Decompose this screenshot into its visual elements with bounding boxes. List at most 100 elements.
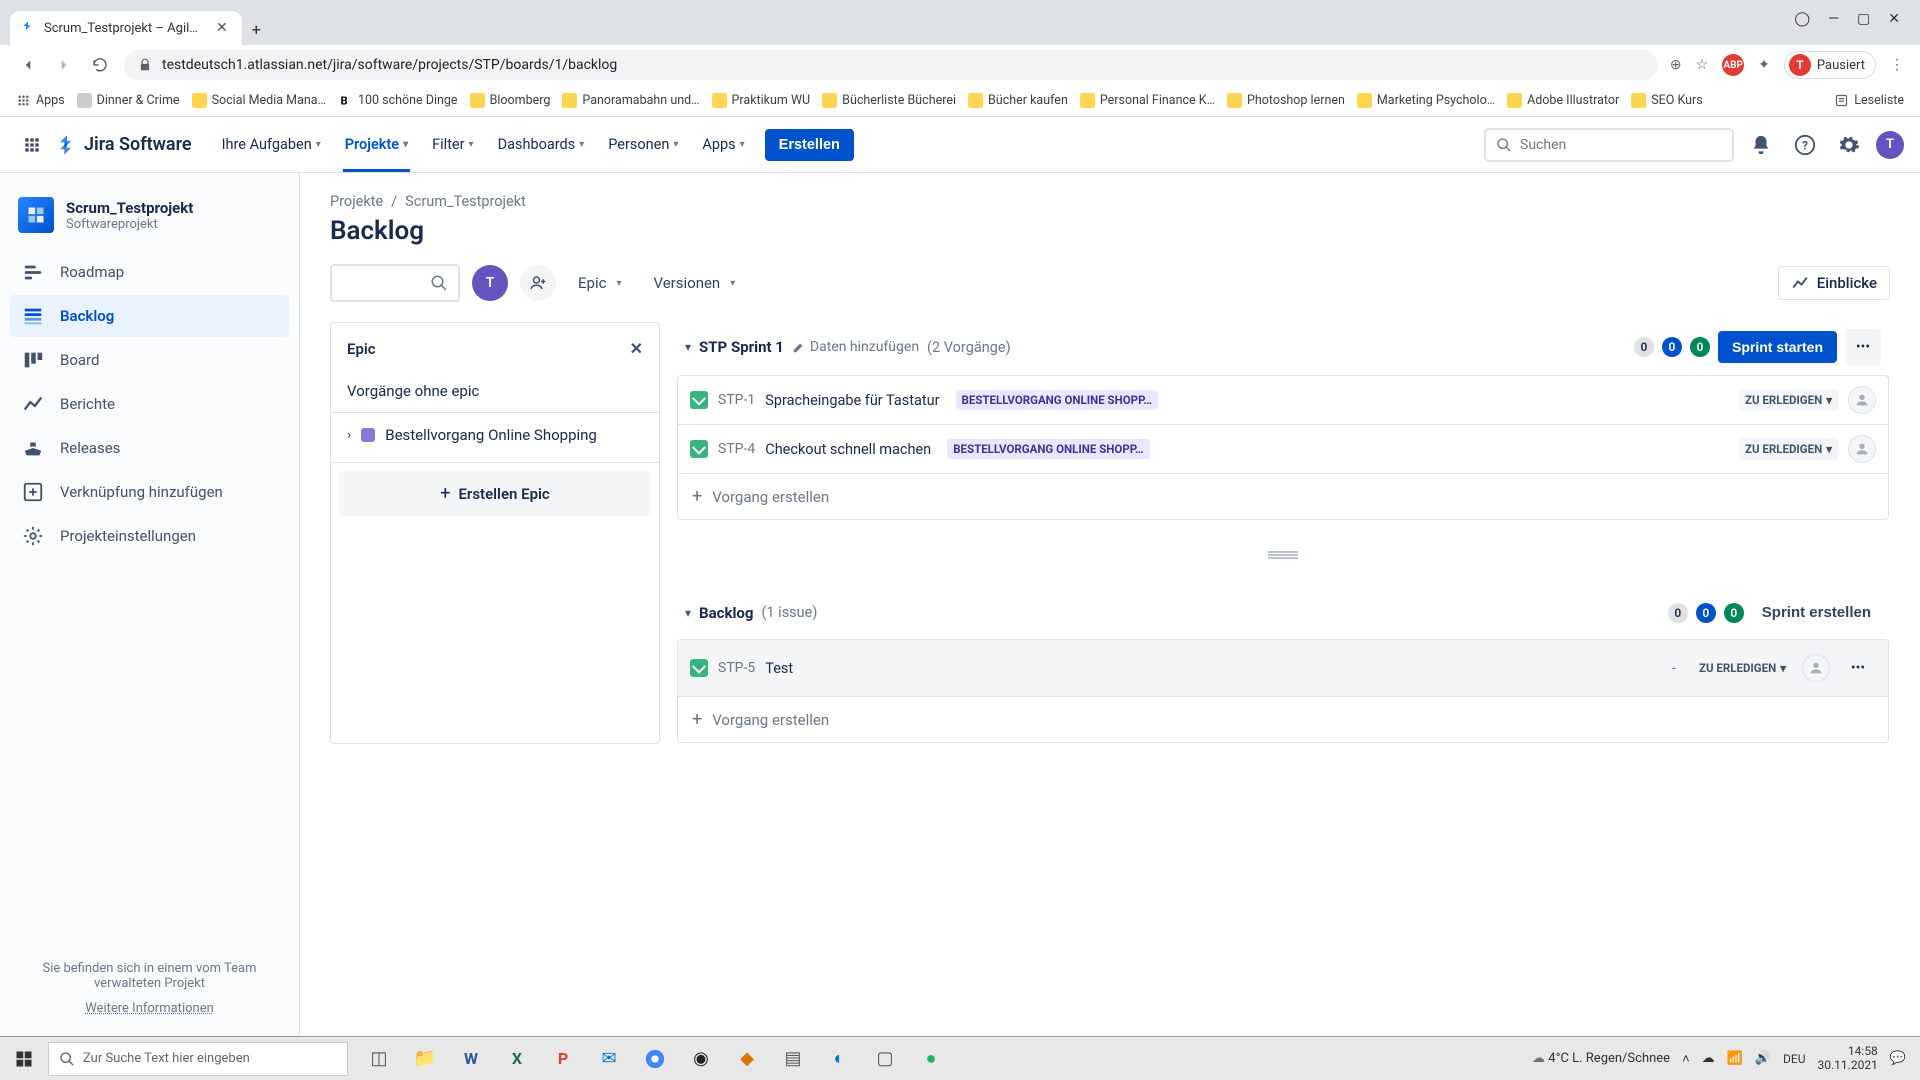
bookmark-item[interactable]: Adobe Illustrator xyxy=(1507,93,1619,108)
language-indicator[interactable]: DEU xyxy=(1783,1052,1805,1066)
maximize-icon[interactable]: ▢ xyxy=(1857,12,1870,26)
user-avatar[interactable]: T xyxy=(1876,131,1904,159)
bookmark-item[interactable]: Bücher kaufen xyxy=(968,93,1068,108)
global-search[interactable]: Suchen xyxy=(1484,128,1734,162)
onedrive-icon[interactable]: ☁ xyxy=(1702,1051,1715,1066)
bookmark-item[interactable]: Dinner & Crime xyxy=(77,93,180,108)
reload-icon[interactable] xyxy=(88,56,112,74)
bookmark-item[interactable]: Personal Finance K… xyxy=(1080,93,1215,108)
jira-logo[interactable]: Jira Software xyxy=(56,134,192,156)
weather-widget[interactable]: ☁ 4°C L. Regen/Schnee xyxy=(1532,1051,1670,1066)
project-header[interactable]: Scrum_Testprojekt Softwareprojekt xyxy=(10,197,289,251)
new-tab-button[interactable]: + xyxy=(242,14,271,45)
taskbar-search[interactable]: Zur Suche Text hier eingeben xyxy=(48,1042,348,1076)
status-dropdown[interactable]: ZU ERLEDIGEN▾ xyxy=(1693,657,1792,679)
edge-icon[interactable]: ◐ xyxy=(816,1037,862,1080)
issue-more-icon[interactable]: ••• xyxy=(1840,650,1876,686)
sidebar-item-roadmap[interactable]: Roadmap xyxy=(10,251,289,293)
versions-filter[interactable]: Versionen▾ xyxy=(643,268,745,298)
excel-icon[interactable]: X xyxy=(494,1037,540,1080)
profile-chip[interactable]: T Pausiert xyxy=(1784,51,1876,79)
powerpoint-icon[interactable]: P xyxy=(540,1037,586,1080)
close-window-icon[interactable]: ✕ xyxy=(1888,12,1900,26)
bookmark-leseliste[interactable]: Leseliste xyxy=(1834,93,1904,108)
insights-button[interactable]: Einblicke xyxy=(1778,266,1890,300)
chrome-icon[interactable] xyxy=(632,1037,678,1080)
nav-filters[interactable]: Filter▾ xyxy=(420,117,485,172)
forward-icon[interactable] xyxy=(52,56,76,74)
issue-summary[interactable]: Checkout schnell machen xyxy=(765,441,931,458)
nav-your-work[interactable]: Ihre Aufgaben▾ xyxy=(210,117,333,172)
spotify-icon[interactable]: ● xyxy=(908,1037,954,1080)
create-epic-button[interactable]: +Erstellen Epic xyxy=(339,471,651,516)
nav-dashboards[interactable]: Dashboards▾ xyxy=(486,117,597,172)
bookmark-item[interactable]: Bloomberg xyxy=(470,93,551,108)
bookmark-apps[interactable]: Apps xyxy=(16,93,65,108)
add-people-button[interactable] xyxy=(520,265,556,301)
sidebar-item-reports[interactable]: Berichte xyxy=(10,383,289,425)
file-explorer-icon[interactable]: 📁 xyxy=(402,1037,448,1080)
back-icon[interactable] xyxy=(16,56,40,74)
nav-apps[interactable]: Apps▾ xyxy=(690,117,756,172)
bookmark-item[interactable]: Praktikum WU xyxy=(712,93,811,108)
create-issue-button[interactable]: +Vorgang erstellen xyxy=(678,697,1888,742)
status-dropdown[interactable]: ZU ERLEDIGEN▾ xyxy=(1739,389,1838,411)
obs-icon[interactable]: ◉ xyxy=(678,1037,724,1080)
mail-icon[interactable]: ✉ xyxy=(586,1037,632,1080)
help-icon[interactable]: ? xyxy=(1788,128,1822,162)
issue-summary[interactable]: Test xyxy=(765,660,793,677)
assignee-filter-avatar[interactable]: T xyxy=(472,265,508,301)
task-view-icon[interactable]: ◫ xyxy=(356,1037,402,1080)
create-issue-button[interactable]: +Vorgang erstellen xyxy=(678,474,1888,519)
close-icon[interactable]: ✕ xyxy=(630,339,643,358)
sprint-more-icon[interactable]: ••• xyxy=(1845,329,1881,365)
add-dates-link[interactable]: Daten hinzufügen xyxy=(792,339,919,355)
create-sprint-button[interactable]: Sprint erstellen xyxy=(1752,596,1881,629)
start-button[interactable] xyxy=(0,1037,48,1080)
breadcrumb-project[interactable]: Scrum_Testprojekt xyxy=(405,193,526,210)
issue-key[interactable]: STP-5 xyxy=(718,660,755,676)
bookmark-item[interactable]: Bücherliste Bücherei xyxy=(822,93,956,108)
chevron-right-icon[interactable]: › xyxy=(347,427,351,443)
footer-link[interactable]: Weitere Informationen xyxy=(16,1001,283,1016)
bookmark-item[interactable]: Panoramabahn und… xyxy=(562,93,699,108)
bookmark-item[interactable]: Photoshop lernen xyxy=(1227,93,1345,108)
extensions-icon[interactable]: ✦ xyxy=(1758,57,1770,73)
notepad-icon[interactable]: ▢ xyxy=(862,1037,908,1080)
assignee-avatar[interactable] xyxy=(1848,435,1876,463)
epic-link[interactable]: BESTELLVORGANG ONLINE SHOPP… xyxy=(947,439,1149,459)
sidebar-item-board[interactable]: Board xyxy=(10,339,289,381)
issue-row[interactable]: STP-5 Test - ZU ERLEDIGEN▾ ••• xyxy=(678,640,1888,697)
estimate-badge[interactable]: - xyxy=(1665,659,1683,677)
issues-without-epic[interactable]: Vorgänge ohne epic xyxy=(331,370,659,413)
notifications-icon[interactable] xyxy=(1744,128,1778,162)
app-icon[interactable]: ▤ xyxy=(770,1037,816,1080)
close-icon[interactable]: ✕ xyxy=(212,20,232,36)
bookmark-item[interactable]: SEO Kurs xyxy=(1631,93,1703,108)
chevron-down-icon[interactable]: ▾ xyxy=(685,606,691,620)
app-switcher-icon[interactable] xyxy=(16,129,48,161)
word-icon[interactable]: W xyxy=(448,1037,494,1080)
bookmark-item[interactable]: Social Media Mana… xyxy=(192,93,326,108)
account-icon[interactable]: ◯ xyxy=(1794,12,1810,26)
sidebar-item-add-link[interactable]: Verknüpfung hinzufügen xyxy=(10,471,289,513)
issue-row[interactable]: STP-1 Spracheingabe für Tastatur BESTELL… xyxy=(678,376,1888,425)
nav-projects[interactable]: Projekte▾ xyxy=(333,117,420,172)
network-icon[interactable]: 📶 xyxy=(1727,1051,1743,1066)
sidebar-item-releases[interactable]: Releases xyxy=(10,427,289,469)
breadcrumb-root[interactable]: Projekte xyxy=(330,193,383,210)
create-button[interactable]: Erstellen xyxy=(765,129,854,161)
chrome-menu-icon[interactable]: ⋮ xyxy=(1890,57,1904,73)
bookmark-item[interactable]: B100 schöne Dinge xyxy=(338,93,458,108)
start-sprint-button[interactable]: Sprint starten xyxy=(1718,331,1837,363)
action-center-icon[interactable]: 💬 xyxy=(1890,1051,1906,1066)
issue-row[interactable]: STP-4 Checkout schnell machen BESTELLVOR… xyxy=(678,425,1888,474)
resize-handle[interactable] xyxy=(676,543,1890,567)
minimize-icon[interactable]: — xyxy=(1828,12,1839,26)
assignee-avatar[interactable] xyxy=(1848,386,1876,414)
issue-key[interactable]: STP-1 xyxy=(718,392,755,408)
tray-chevron-icon[interactable]: ˄ xyxy=(1682,1051,1690,1067)
issue-key[interactable]: STP-4 xyxy=(718,441,755,457)
epic-item[interactable]: › Bestellvorgang Online Shopping xyxy=(331,413,659,462)
clock[interactable]: 14:58 30.11.2021 xyxy=(1818,1045,1878,1071)
